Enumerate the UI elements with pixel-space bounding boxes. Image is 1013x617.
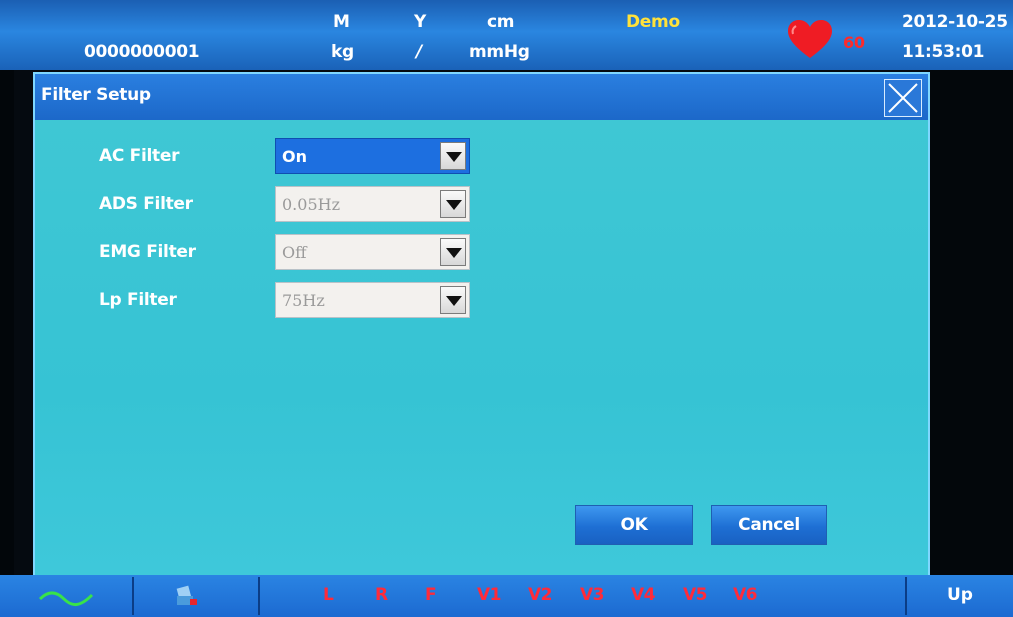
bp-unit: mmHg bbox=[469, 42, 530, 62]
waveform-button[interactable] bbox=[14, 577, 130, 615]
emg-filter-value: Off bbox=[282, 243, 307, 262]
ac-filter-value: On bbox=[282, 147, 307, 166]
dropdown-arrow-icon[interactable] bbox=[440, 286, 466, 314]
lead-v1: V1 bbox=[477, 585, 502, 605]
emg-filter-label: EMG Filter bbox=[99, 242, 196, 262]
print-button[interactable] bbox=[134, 577, 258, 615]
separator: / bbox=[416, 42, 422, 62]
lead-v6: V6 bbox=[733, 585, 758, 605]
height-unit: cm bbox=[487, 12, 515, 32]
lead-r: R bbox=[375, 585, 388, 605]
lead-v4: V4 bbox=[631, 585, 656, 605]
bottom-toolbar: L R F V1 V2 V3 V4 V5 V6 Up bbox=[0, 575, 1013, 617]
age-unit: Y bbox=[414, 12, 427, 32]
status-bar: 0000000001 M kg Y / cm mmHg Demo 60 2012… bbox=[0, 0, 1013, 70]
filter-row-ads: ADS Filter 0.05Hz bbox=[35, 186, 635, 222]
cancel-button[interactable]: Cancel bbox=[711, 505, 827, 545]
dropdown-arrow-icon[interactable] bbox=[440, 142, 466, 170]
lead-v3: V3 bbox=[580, 585, 605, 605]
printer-icon bbox=[176, 585, 197, 605]
lp-filter-select[interactable]: 75Hz bbox=[275, 282, 470, 318]
weight-unit: kg bbox=[331, 42, 354, 62]
up-button[interactable]: Up bbox=[912, 577, 1008, 615]
close-x-icon bbox=[888, 83, 918, 113]
toolbar-divider bbox=[258, 577, 260, 615]
lp-filter-label: Lp Filter bbox=[99, 290, 177, 310]
emg-filter-select[interactable]: Off bbox=[275, 234, 470, 270]
dropdown-arrow-icon[interactable] bbox=[440, 238, 466, 266]
mode-label: Demo bbox=[626, 12, 680, 32]
ads-filter-value: 0.05Hz bbox=[282, 195, 341, 214]
ac-filter-label: AC Filter bbox=[99, 146, 180, 166]
ads-filter-select[interactable]: 0.05Hz bbox=[275, 186, 470, 222]
lead-v5: V5 bbox=[683, 585, 708, 605]
dropdown-arrow-icon[interactable] bbox=[440, 190, 466, 218]
lead-l: L bbox=[323, 585, 334, 605]
time: 11:53:01 bbox=[902, 42, 985, 62]
lead-v2: V2 bbox=[528, 585, 553, 605]
left-gutter bbox=[0, 70, 14, 575]
toolbar-divider bbox=[905, 577, 907, 615]
filter-row-emg: EMG Filter Off bbox=[35, 234, 635, 270]
filter-setup-dialog: Filter Setup AC Filter On ADS Filter 0.0… bbox=[33, 72, 930, 577]
close-button[interactable] bbox=[884, 79, 922, 117]
date: 2012-10-25 bbox=[902, 12, 1008, 32]
dialog-body: AC Filter On ADS Filter 0.05Hz EMG Filte… bbox=[35, 120, 928, 575]
ok-button[interactable]: OK bbox=[575, 505, 693, 545]
right-gutter bbox=[930, 70, 1013, 575]
heart-icon bbox=[788, 20, 832, 58]
ac-filter-select[interactable]: On bbox=[275, 138, 470, 174]
patient-id: 0000000001 bbox=[84, 42, 200, 62]
waveform-icon bbox=[38, 591, 94, 606]
gender: M bbox=[333, 12, 350, 32]
dialog-titlebar: Filter Setup bbox=[35, 74, 928, 120]
lp-filter-value: 75Hz bbox=[282, 291, 325, 310]
filter-row-ac: AC Filter On bbox=[35, 138, 635, 174]
filter-row-lp: Lp Filter 75Hz bbox=[35, 282, 635, 318]
heart-rate: 60 bbox=[843, 33, 865, 52]
dialog-title: Filter Setup bbox=[41, 85, 151, 105]
lead-f: F bbox=[425, 585, 437, 605]
ads-filter-label: ADS Filter bbox=[99, 194, 193, 214]
